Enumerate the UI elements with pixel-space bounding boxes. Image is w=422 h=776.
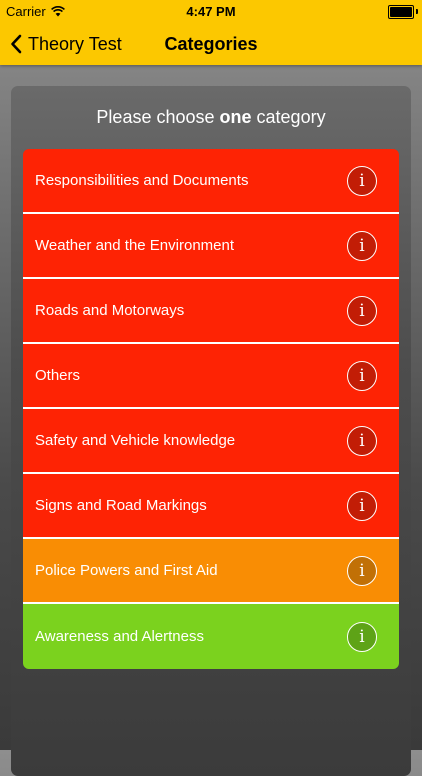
category-label: Awareness and Alertness bbox=[35, 628, 204, 645]
category-prompt: Please choose one category bbox=[11, 107, 411, 128]
info-icon[interactable]: i bbox=[347, 165, 377, 196]
info-icon[interactable]: i bbox=[347, 490, 377, 521]
info-icon[interactable]: i bbox=[347, 360, 377, 391]
category-item[interactable]: Safety and Vehicle knowledge i bbox=[23, 409, 399, 474]
category-label: Safety and Vehicle knowledge bbox=[35, 432, 236, 449]
category-label: Weather and the Environment bbox=[35, 237, 235, 254]
info-icon[interactable]: i bbox=[347, 295, 377, 326]
category-item[interactable]: Weather and the Environment i bbox=[23, 214, 399, 279]
page-title: Categories bbox=[164, 34, 258, 54]
category-item[interactable]: Police Powers and First Aid i bbox=[23, 539, 399, 604]
category-panel: Please choose one category Responsibilit… bbox=[11, 86, 411, 776]
category-item[interactable]: Roads and Motorways i bbox=[23, 279, 399, 344]
category-label: Responsibilities and Documents bbox=[35, 172, 249, 189]
category-item[interactable]: Awareness and Alertness i bbox=[23, 604, 399, 669]
battery-icon bbox=[388, 5, 414, 19]
status-bar: Carrier 4:47 PM bbox=[0, 0, 422, 22]
status-time: 4:47 PM bbox=[186, 4, 236, 19]
prompt-emphasis: one bbox=[219, 107, 252, 127]
info-icon[interactable]: i bbox=[347, 555, 377, 586]
category-label: Roads and Motorways bbox=[35, 302, 185, 319]
category-label: Signs and Road Markings bbox=[35, 497, 207, 514]
nav-bar: Theory Test Categories bbox=[0, 22, 422, 65]
info-icon[interactable]: i bbox=[347, 425, 377, 456]
info-icon[interactable]: i bbox=[347, 230, 377, 261]
category-item[interactable]: Signs and Road Markings i bbox=[23, 474, 399, 539]
header: Carrier 4:47 PM Theory Test Categories bbox=[0, 0, 422, 65]
battery-cap bbox=[416, 9, 418, 14]
info-icon[interactable]: i bbox=[347, 621, 377, 652]
category-label: Police Powers and First Aid bbox=[35, 562, 218, 579]
prompt-after: category bbox=[251, 107, 326, 127]
category-label: Others bbox=[35, 367, 81, 384]
battery-fill bbox=[390, 7, 412, 17]
category-list: Responsibilities and Documents i Weather… bbox=[23, 149, 399, 669]
prompt-before: Please choose bbox=[96, 107, 220, 127]
category-item[interactable]: Others i bbox=[23, 344, 399, 409]
category-item[interactable]: Responsibilities and Documents i bbox=[23, 149, 399, 214]
